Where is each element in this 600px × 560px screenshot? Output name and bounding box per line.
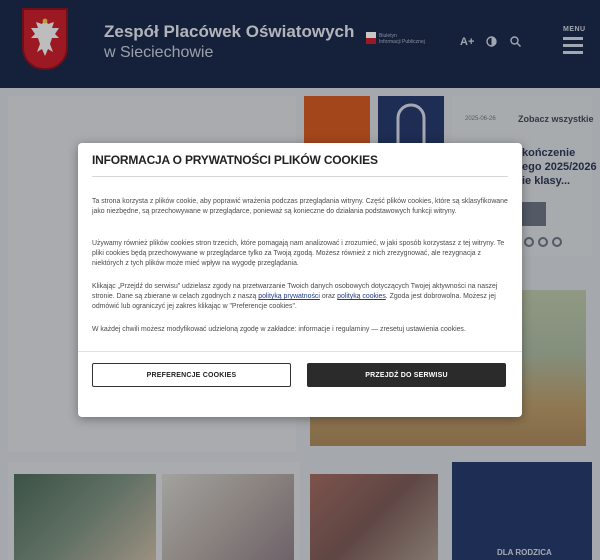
cookie-preferences-button[interactable]: PREFERENCJE COOKIES xyxy=(92,363,291,387)
cookie-consent-dialog: INFORMACJA O PRYWATNOŚCI PLIKÓW COOKIES … xyxy=(78,143,522,417)
privacy-policy-link[interactable]: polityką prywatności xyxy=(258,293,320,300)
cookie-text-1: Ta strona korzysta z plików cookie, aby … xyxy=(92,198,508,215)
cookie-text-3: Klikając „Przejdź do serwisu” udzielasz … xyxy=(92,282,508,312)
cookie-text-4: W każdej chwili możesz modyfikować udzie… xyxy=(92,326,466,333)
go-to-site-button[interactable]: PRZEJDŹ DO SERWISU xyxy=(307,363,506,387)
cookie-text-2: Używamy również plików cookies stron trz… xyxy=(92,240,505,267)
cookie-policy-link[interactable]: polityką cookies xyxy=(337,293,386,300)
divider xyxy=(78,351,522,352)
divider xyxy=(92,176,508,177)
dialog-title: INFORMACJA O PRYWATNOŚCI PLIKÓW COOKIES xyxy=(92,153,378,167)
cookie-text-3-part2: oraz xyxy=(319,293,338,300)
